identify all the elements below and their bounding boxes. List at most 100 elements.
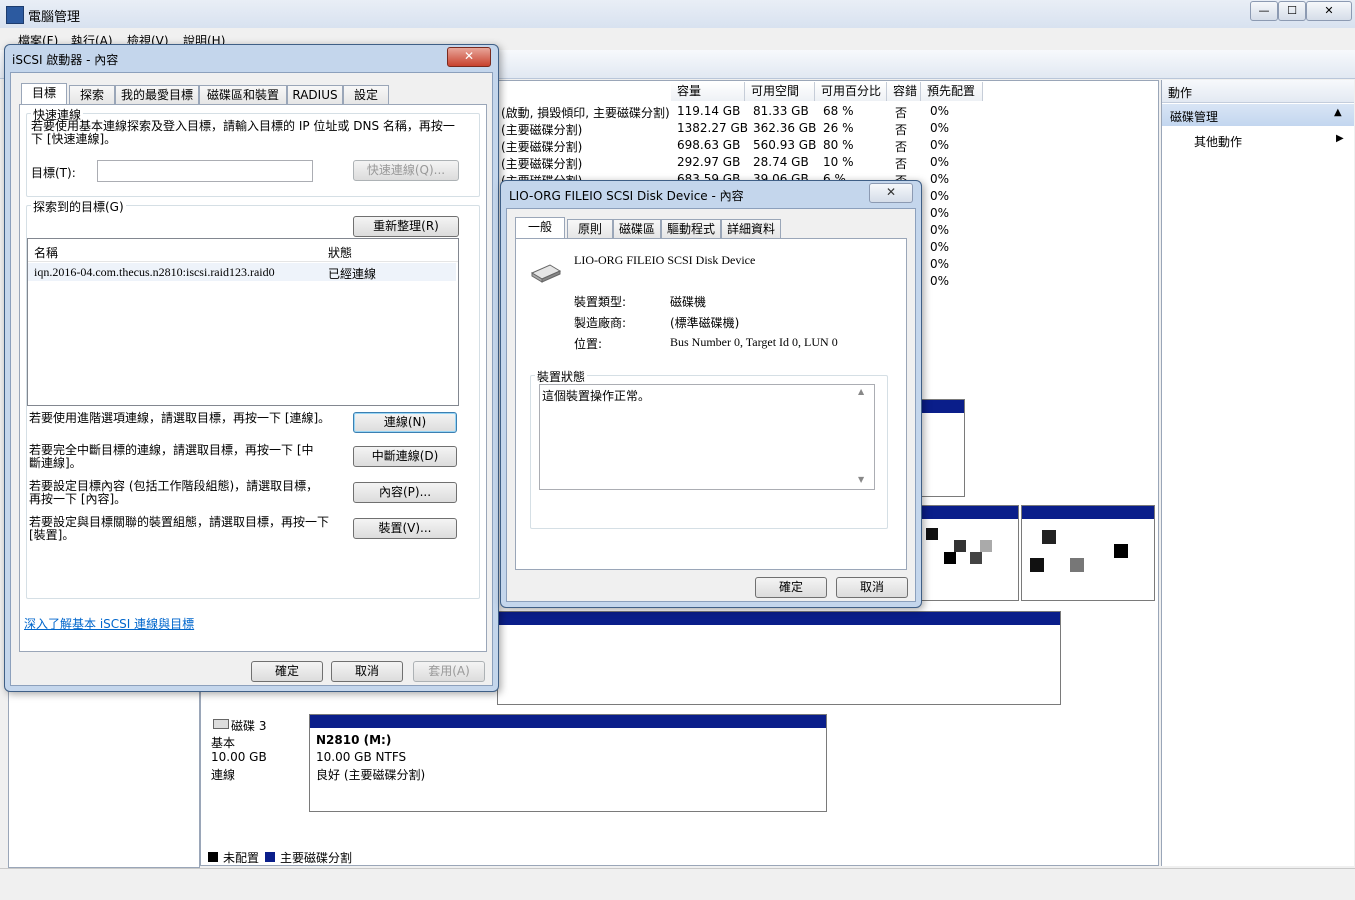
scroll-up-icon[interactable]: ▲ (858, 387, 864, 396)
disk-icon (213, 719, 229, 729)
device-status-group: 裝置狀態 這個裝置操作正常。 ▲ ▼ (530, 368, 888, 529)
tab-favorite-targets[interactable]: 我的最愛目標 (115, 85, 199, 104)
iscsi-apply-button[interactable]: 套用(A) (413, 661, 485, 682)
actions-header: 動作 (1162, 80, 1354, 103)
pixelated-block (1070, 558, 1084, 572)
disk3-name: 磁碟 3 (231, 719, 267, 733)
devices-button[interactable]: 裝置(V)... (353, 518, 457, 539)
disk3-type: 基本 (211, 736, 236, 750)
target-field-label: 目標(T): (31, 166, 76, 180)
partition-block[interactable] (913, 505, 1019, 601)
more-actions-label: 其他動作 (1194, 135, 1243, 149)
minimize-button[interactable]: — (1250, 1, 1278, 21)
iscsi-cancel-button[interactable]: 取消 (331, 661, 403, 682)
targets-tab-panel: 快速連線 若要使用基本連線探索及登入目標，請輸入目標的 IP 位址或 DNS 名… (19, 104, 487, 652)
device-ok-button[interactable]: 確定 (755, 577, 827, 598)
device-status-textbox[interactable]: 這個裝置操作正常。 ▲ ▼ (539, 384, 875, 490)
device-close-button[interactable]: ✕ (869, 183, 913, 203)
submenu-arrow-icon: ▶ (1336, 133, 1344, 144)
partition-bar (498, 612, 1060, 625)
disk3-status: 連線 (211, 768, 236, 782)
partition-block[interactable] (497, 611, 1061, 705)
connect-button[interactable]: 連線(N) (353, 412, 457, 433)
device-status-label: 裝置狀態 (535, 368, 588, 385)
targets-list-header: 名稱 狀態 (28, 239, 458, 262)
manufacturer-label: 製造廠商: (574, 316, 627, 330)
quick-connect-group: 快速連線 若要使用基本連線探索及登入目標，請輸入目標的 IP 位址或 DNS 名… (26, 106, 480, 197)
tab-driver[interactable]: 驅動程式 (661, 219, 721, 238)
device-status-text: 這個裝置操作正常。 (542, 389, 651, 403)
iscsi-tab-strip: 目標 探索 我的最愛目標 磁碟區和裝置 RADIUS 設定 (21, 83, 491, 105)
disk3-label-block[interactable]: 磁碟 3 基本 10.00 GB 連線 (207, 715, 307, 811)
main-close-button[interactable]: ✕ (1306, 1, 1352, 21)
tab-configuration[interactable]: 設定 (343, 85, 389, 104)
actions-section-label: 磁碟管理 (1170, 110, 1219, 124)
volume-name: N2810 (M:) (316, 733, 392, 747)
volume-status: 良好 (主要磁碟分割) (316, 768, 426, 782)
iscsi-ok-button[interactable]: 確定 (251, 661, 323, 682)
partition-bar (914, 506, 1018, 519)
status-bar (0, 868, 1355, 900)
disk-drive-icon (530, 263, 562, 283)
scroll-down-icon[interactable]: ▼ (858, 475, 864, 484)
quick-connect-button[interactable]: 快速連線(Q)... (353, 160, 459, 181)
target-name: iqn.2016-04.com.thecus.n2810:iscsi.raid1… (34, 265, 275, 279)
pixelated-block (926, 528, 938, 540)
legend-unallocated-label: 未配置 (223, 851, 260, 865)
device-name: LIO-ORG FILEIO SCSI Disk Device (574, 253, 756, 267)
location-value: Bus Number 0, Target Id 0, LUN 0 (670, 335, 838, 349)
refresh-button[interactable]: 重新整理(R) (353, 216, 459, 237)
disk3-volume[interactable]: N2810 (M:) 10.00 GB NTFS 良好 (主要磁碟分割) (309, 714, 827, 812)
col-name[interactable]: 名稱 (34, 244, 58, 261)
general-tab-panel: LIO-ORG FILEIO SCSI Disk Device 裝置類型: 磁碟… (515, 238, 907, 570)
target-status: 已經連線 (328, 267, 377, 281)
col-free-space[interactable]: 可用空間 (745, 82, 815, 101)
maximize-button[interactable]: ☐ (1278, 1, 1306, 21)
learn-more-link[interactable]: 深入了解基本 iSCSI 連線與目標 (24, 615, 194, 632)
pixelated-block (944, 552, 956, 564)
disconnect-button[interactable]: 中斷連線(D) (353, 446, 457, 467)
device-type-label: 裝置類型: (574, 295, 627, 309)
device-cancel-button[interactable]: 取消 (836, 577, 908, 598)
device-tab-strip: 一般 原則 磁碟區 驅動程式 詳細資料 (515, 217, 905, 239)
tab-volumes-devices[interactable]: 磁碟區和裝置 (199, 85, 287, 104)
col-free-percent[interactable]: 可用百分比 (815, 82, 887, 101)
pixelated-block (1114, 544, 1128, 558)
location-label: 位置: (574, 337, 603, 351)
disk3-size: 10.00 GB (211, 750, 267, 764)
manufacturer-value: (標準磁碟機) (670, 316, 740, 330)
properties-button[interactable]: 內容(P)... (353, 482, 457, 503)
main-title-bar: 電腦管理 — ☐ ✕ (0, 0, 1355, 28)
tab-discovery[interactable]: 探索 (69, 85, 115, 104)
table-row[interactable]: iqn.2016-04.com.thecus.n2810:iscsi.raid1… (28, 263, 456, 281)
col-status[interactable]: 狀態 (328, 244, 352, 261)
target-input[interactable] (97, 160, 313, 182)
col-overhead[interactable]: 預先配置 (921, 82, 983, 101)
connect-description: 若要使用進階選項連線，請選取目標，再按一下 [連線]。 (29, 411, 331, 425)
tab-volumes[interactable]: 磁碟區 (613, 219, 661, 238)
device-dialog-body: 一般 原則 磁碟區 驅動程式 詳細資料 LIO-ORG FILEIO SCSI … (506, 208, 916, 602)
device-type-value: 磁碟機 (670, 295, 707, 309)
partition-bar (310, 715, 826, 728)
tab-details[interactable]: 詳細資料 (721, 219, 781, 238)
tab-targets[interactable]: 目標 (21, 83, 67, 104)
col-capacity[interactable]: 容量 (671, 82, 745, 101)
partition-block[interactable] (1021, 505, 1155, 601)
pixelated-block (970, 552, 982, 564)
device-dialog-title: LIO-ORG FILEIO SCSI Disk Device - 內容 (509, 189, 744, 203)
legend-primary-label: 主要磁碟分割 (280, 851, 353, 865)
col-fault-tolerance[interactable]: 容錯 (887, 82, 921, 101)
discovered-targets-label: 探索到的目標(G) (31, 198, 126, 215)
collapse-arrow-icon[interactable]: ▲ (1334, 107, 1342, 118)
actions-section-disk-management[interactable]: 磁碟管理 ▲ (1162, 104, 1354, 126)
disconnect-description: 若要完全中斷目標的連線，請選取目標，再按一下 [中斷連線]。 (29, 443, 314, 470)
partition-bar (1022, 506, 1154, 519)
quick-connect-description: 若要使用基本連線探索及登入目標，請輸入目標的 IP 位址或 DNS 名稱，再按一… (31, 119, 455, 146)
discovered-targets-group: 探索到的目標(G) 重新整理(R) 名稱 狀態 iqn.2016-04.com.… (26, 198, 480, 599)
tab-general[interactable]: 一般 (515, 217, 565, 238)
targets-list: 名稱 狀態 iqn.2016-04.com.thecus.n2810:iscsi… (27, 238, 459, 406)
tab-policies[interactable]: 原則 (567, 219, 613, 238)
iscsi-close-button[interactable]: ✕ (447, 47, 491, 67)
tab-radius[interactable]: RADIUS (287, 85, 343, 104)
actions-more-actions[interactable]: 其他動作 ▶ (1162, 130, 1354, 150)
